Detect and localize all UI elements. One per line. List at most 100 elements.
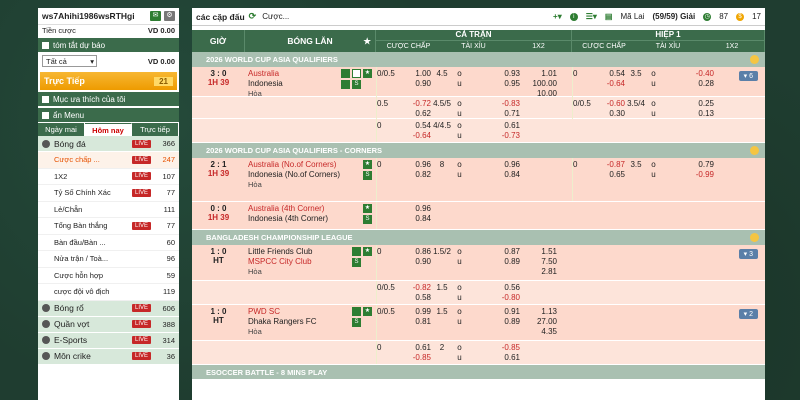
odd[interactable]: 0.86 0.90 (401, 245, 431, 280)
league-header[interactable]: BANGLADESH CHAMPIONSHIP LEAGUE (192, 230, 765, 245)
odd-value[interactable]: -0.85 (466, 343, 520, 353)
odd-value[interactable]: 0.61 (466, 353, 520, 363)
ou-odd[interactable]: 0.96 0.84 (466, 158, 520, 201)
live-button[interactable]: Trực Tiếp 21 (40, 72, 177, 90)
home-team[interactable]: Australia (4th Corner) (248, 204, 373, 214)
league-header[interactable]: ESOCCER BATTLE - 8 MINS PLAY (192, 365, 765, 379)
odd[interactable]: -0.72 0.62 (401, 97, 431, 119)
star-icon[interactable]: ★ (363, 247, 372, 256)
odd[interactable]: 0.96 0.82 (401, 158, 431, 201)
stats-icon[interactable] (352, 69, 361, 78)
odd[interactable]: 0.61 -0.85 (401, 341, 431, 364)
odd-value[interactable]: 1.00 (401, 69, 431, 79)
bet-type-select[interactable]: Cược... (262, 12, 289, 21)
star-icon[interactable]: ★ (363, 160, 372, 169)
more-bets-button[interactable]: ▾ 6 (738, 71, 758, 81)
odd-value[interactable]: -0.99 (660, 170, 714, 180)
star-icon[interactable]: ★ (363, 307, 372, 316)
odd-value[interactable]: 0.84 (466, 170, 520, 180)
s-icon[interactable]: S (352, 258, 361, 267)
league-header[interactable]: 2026 WORLD CUP ASIA QUALIFIERS (192, 52, 765, 67)
odd-value[interactable]: 0.87 (466, 247, 520, 257)
sub-item-handicap[interactable]: Cược chấp ... LIVE 247 (38, 152, 179, 169)
filter-select[interactable]: Tất cả ▾ (42, 55, 97, 67)
odd-value[interactable]: -0.82 (401, 283, 431, 293)
odd-value[interactable]: 0.96 (401, 204, 431, 214)
sub-item-half-full[interactable]: Nửa trận / Toà... 96 (38, 251, 179, 268)
odd-value[interactable]: 0.84 (401, 214, 431, 224)
odd-value[interactable]: 7.50 (520, 257, 557, 267)
odd-value[interactable]: 0.28 (660, 79, 714, 89)
ou-odd[interactable]: -0.40 0.28 (660, 67, 714, 101)
odd-value[interactable]: 2.81 (520, 267, 557, 277)
tv-icon[interactable] (352, 307, 361, 316)
odd-value[interactable]: -0.64 (595, 79, 625, 89)
ou-odd[interactable]: 0.93 0.95 (466, 67, 520, 101)
odd-value[interactable]: 0.82 (401, 170, 431, 180)
odd[interactable]: -0.82 0.58 (401, 281, 431, 304)
ou-odd[interactable]: 0.87 0.89 (466, 245, 520, 280)
odd-value[interactable]: 0.54 (401, 121, 431, 131)
odd-value[interactable]: 0.99 (401, 307, 431, 317)
odds-1x2[interactable]: 1.13 27.00 4.35 (520, 305, 557, 340)
refresh-icon[interactable]: ⟳ (249, 11, 257, 22)
odds-1x2[interactable]: 1.51 7.50 2.81 (520, 245, 557, 280)
odd-value[interactable]: 0.96 (401, 160, 431, 170)
sub-item-mix-parlay[interactable]: Cược hỗn hợp 59 (38, 268, 179, 284)
s-icon[interactable]: S (352, 318, 361, 327)
favorites-header[interactable]: Mục ưa thích của tôi (38, 92, 179, 106)
odd[interactable]: -0.60 0.30 (595, 97, 625, 119)
tab-tomorrow[interactable]: Ngày mai (38, 123, 85, 136)
odd-value[interactable]: -0.64 (401, 131, 431, 141)
add-icon[interactable]: +▾ (553, 12, 562, 21)
odd[interactable]: 0.54 -0.64 (595, 67, 625, 101)
tab-live[interactable]: Trực tiếp (132, 123, 179, 136)
odd-value[interactable]: 0.58 (401, 293, 431, 303)
star-icon[interactable]: ★ (363, 204, 372, 213)
away-team[interactable]: Indonesia (4th Corner) (248, 214, 373, 224)
odd-value[interactable]: 0.90 (401, 79, 431, 89)
region-select[interactable]: Mã Lai (620, 12, 644, 21)
odd-value[interactable]: -0.72 (401, 99, 431, 109)
info-icon[interactable]: i (569, 12, 578, 21)
odd-value[interactable]: 0.79 (660, 160, 714, 170)
league-info-icon[interactable] (750, 233, 759, 242)
sub-item-outright[interactable]: cược đội vô địch 119 (38, 284, 179, 301)
sport-cricket[interactable]: Môn crike LIVE 36 (38, 348, 179, 365)
odd-value[interactable]: 0.13 (660, 109, 714, 119)
odd-value[interactable]: -0.85 (401, 353, 431, 363)
odd-value[interactable]: 0.91 (466, 307, 520, 317)
more-bets-button[interactable]: ▾ 2 (738, 309, 758, 319)
summary-header[interactable]: tóm tắt dự báo (38, 38, 179, 52)
odd-value[interactable]: -0.40 (660, 69, 714, 79)
odd-value[interactable]: -0.60 (595, 99, 625, 109)
odd-value[interactable]: 0.65 (595, 170, 625, 180)
odd-value[interactable]: 0.89 (466, 317, 520, 327)
odd-value[interactable]: 0.61 (466, 121, 520, 131)
tv-icon[interactable] (341, 69, 350, 78)
ou-odd[interactable]: 0.61 -0.73 (466, 119, 520, 142)
ou-odd[interactable]: -0.83 0.71 (466, 97, 520, 119)
odd-value[interactable]: 100.00 (520, 79, 557, 89)
odd-value[interactable]: 0.93 (466, 69, 520, 79)
home-team[interactable]: Australia (No.of Corners) (248, 160, 358, 170)
sub-item-1x2[interactable]: 1X2 LIVE 107 (38, 169, 179, 185)
odd-value[interactable]: 0.90 (401, 257, 431, 267)
sub-item-total-goals[interactable]: Tổng Bàn thắng LIVE 77 (38, 218, 179, 235)
odd-value[interactable]: 0.95 (466, 79, 520, 89)
settings-icon[interactable]: ⚙ (164, 11, 175, 21)
s-icon[interactable]: S (352, 80, 361, 89)
mail-icon[interactable]: ✉ (150, 11, 161, 21)
odds-1x2[interactable]: 1.01 100.00 10.00 (520, 67, 557, 101)
odd-value[interactable]: 0.86 (401, 247, 431, 257)
odd-value[interactable]: 0.61 (401, 343, 431, 353)
sport-basketball[interactable]: Bóng rổ LIVE 606 (38, 300, 179, 317)
odd-value[interactable]: -0.83 (466, 99, 520, 109)
layout-icon[interactable]: ▤ (605, 12, 613, 21)
menu-header[interactable]: ẩn Menu (38, 108, 179, 122)
odd-value[interactable]: 0.89 (466, 257, 520, 267)
star-icon[interactable]: ★ (363, 36, 371, 47)
odd-value[interactable]: -0.87 (595, 160, 625, 170)
ou-odd[interactable]: 0.91 0.89 (466, 305, 520, 340)
sport-esports[interactable]: E-Sports LIVE 314 (38, 332, 179, 349)
